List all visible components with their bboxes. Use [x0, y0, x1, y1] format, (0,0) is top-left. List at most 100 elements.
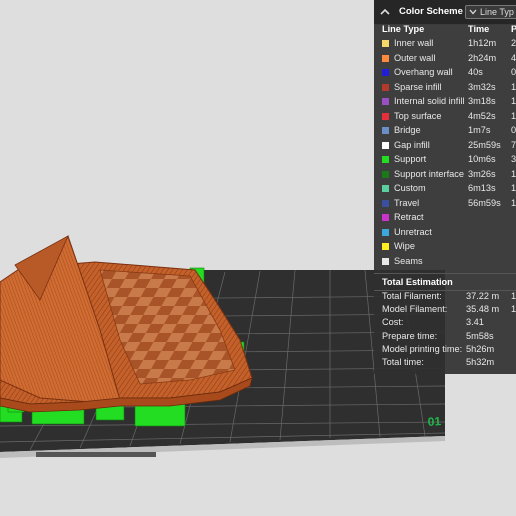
line-type-label: Support interface — [394, 168, 464, 179]
line-type-percent: 0 — [511, 125, 516, 135]
estimation-value: 37.22 m — [466, 291, 500, 301]
line-type-time: 4m52s — [468, 110, 496, 121]
line-type-label: Inner wall — [394, 38, 434, 48]
line-type-label: Outer wall — [394, 52, 436, 63]
color-swatch — [382, 156, 389, 163]
estimation-value: 35.48 m — [466, 304, 500, 315]
color-swatch — [382, 98, 389, 105]
line-type-percent: 2 — [511, 38, 516, 48]
color-swatch — [382, 185, 389, 192]
panel-title: Color Scheme — [399, 6, 463, 17]
line-type-row[interactable]: Overhang wall 40s 0 — [374, 67, 516, 81]
estimation-extra: 1( — [511, 304, 516, 315]
color-swatch — [382, 112, 389, 120]
line-type-label: Top surface — [394, 110, 442, 121]
line-type-percent: 1 — [511, 110, 516, 121]
line-type-time: 2h24m — [468, 52, 497, 63]
estimation-row: Total Filament: 37.22 m 1 — [374, 291, 516, 304]
line-type-label: Support — [394, 154, 427, 164]
color-swatch — [382, 83, 389, 91]
estimation-value: 5h26m — [466, 343, 495, 354]
line-type-label: Custom — [394, 183, 426, 193]
color-swatch — [382, 228, 389, 236]
line-type-row[interactable]: Top surface 4m52s 1 — [374, 111, 516, 125]
estimation-label: Model printing time: — [382, 343, 463, 354]
line-type-time: 3m32s — [468, 81, 496, 92]
estimation-row: Prepare time: 5m58s — [374, 331, 516, 344]
estimation-row: Total time: 5h32m — [374, 357, 516, 370]
column-header-line-type: Line Type — [382, 24, 425, 34]
line-type-row[interactable]: Sparse infill 3m32s 1 — [374, 82, 516, 96]
line-type-time: 6m13s — [468, 183, 496, 193]
line-type-row[interactable]: Inner wall 1h12m 2 — [374, 38, 516, 52]
line-type-time: 25m59s — [468, 139, 501, 150]
line-type-row[interactable]: Support interface 3m26s 1 — [374, 169, 516, 183]
view-type-value: Line Typ — [480, 7, 514, 17]
line-type-label: Bridge — [394, 125, 421, 135]
line-type-row[interactable]: Bridge 1m7s 0 — [374, 125, 516, 139]
line-type-label: Retract — [394, 212, 424, 222]
line-type-row[interactable]: Internal solid infill 3m18s 1 — [374, 96, 516, 110]
color-swatch — [382, 243, 389, 250]
panel-header: Color Scheme Line Typ — [374, 0, 516, 25]
color-swatch — [382, 54, 389, 62]
estimation-row: Model printing time: 5h26m — [374, 344, 516, 357]
column-header-time: Time — [468, 24, 490, 34]
line-type-label: Travel — [394, 197, 420, 208]
line-type-label: Wipe — [394, 241, 415, 251]
column-header-percent: P — [511, 24, 516, 34]
line-type-time: 1m7s — [468, 125, 491, 135]
line-type-row[interactable]: Wipe — [374, 241, 516, 255]
estimation-row: Cost: 3.41 — [374, 317, 516, 330]
view-type-select[interactable]: Line Typ — [465, 5, 516, 19]
line-type-row[interactable]: Outer wall 2h24m 4 — [374, 53, 516, 67]
estimation-label: Total time: — [382, 357, 424, 367]
estimation-label: Total Filament: — [382, 291, 442, 301]
line-type-label: Overhang wall — [394, 67, 453, 77]
color-swatch — [382, 199, 389, 207]
line-type-percent: 1 — [511, 197, 516, 208]
line-type-time: 10m6s — [468, 154, 496, 164]
line-type-percent: 1 — [511, 96, 516, 106]
estimation-value: 5m58s — [466, 330, 494, 341]
estimation-value: 5h32m — [466, 357, 495, 367]
color-swatch — [382, 257, 389, 265]
line-type-time: 1h12m — [468, 38, 497, 48]
color-swatch — [382, 69, 389, 76]
line-type-row[interactable]: Gap infill 25m59s 7 — [374, 140, 516, 154]
color-scheme-panel: Color Scheme Line Typ Line Type Time P I… — [374, 0, 516, 374]
estimation-title: Total Estimation — [382, 277, 453, 287]
estimation-header: Total Estimation — [374, 273, 516, 291]
line-type-row[interactable]: Unretract — [374, 227, 516, 241]
chevron-down-icon — [469, 9, 477, 15]
line-type-time: 40s — [468, 67, 483, 77]
color-swatch — [382, 214, 389, 221]
line-type-row[interactable]: Custom 6m13s 1 — [374, 183, 516, 197]
estimation-label: Prepare time: — [382, 330, 438, 341]
estimation-value: 3.41 — [466, 317, 484, 328]
line-type-label: Gap infill — [394, 139, 430, 150]
plate-number-label: 01 — [427, 414, 442, 429]
line-type-label: Sparse infill — [394, 81, 442, 92]
line-type-percent: 3 — [511, 154, 516, 164]
line-type-percent: 1 — [511, 168, 516, 179]
color-swatch — [382, 127, 389, 134]
estimation-label: Cost: — [382, 317, 404, 328]
line-type-row[interactable]: Travel 56m59s 1 — [374, 198, 516, 212]
estimation-extra: 1 — [511, 291, 516, 301]
chevron-up-icon[interactable] — [379, 6, 391, 18]
line-type-time: 3m26s — [468, 168, 496, 179]
line-type-row[interactable]: Retract — [374, 212, 516, 226]
line-type-label: Unretract — [394, 226, 432, 237]
estimation-label: Model Filament: — [382, 304, 448, 315]
line-type-row[interactable]: Support 10m6s 3 — [374, 154, 516, 168]
column-headers: Line Type Time P — [374, 24, 516, 38]
color-swatch — [382, 141, 389, 149]
line-type-percent: 1 — [511, 81, 516, 92]
color-swatch — [382, 170, 389, 178]
line-type-time: 3m18s — [468, 96, 496, 106]
line-type-time: 56m59s — [468, 197, 501, 208]
line-type-row[interactable]: Seams — [374, 256, 516, 270]
line-type-percent: 4 — [511, 52, 516, 63]
line-type-percent: 0 — [511, 67, 516, 77]
